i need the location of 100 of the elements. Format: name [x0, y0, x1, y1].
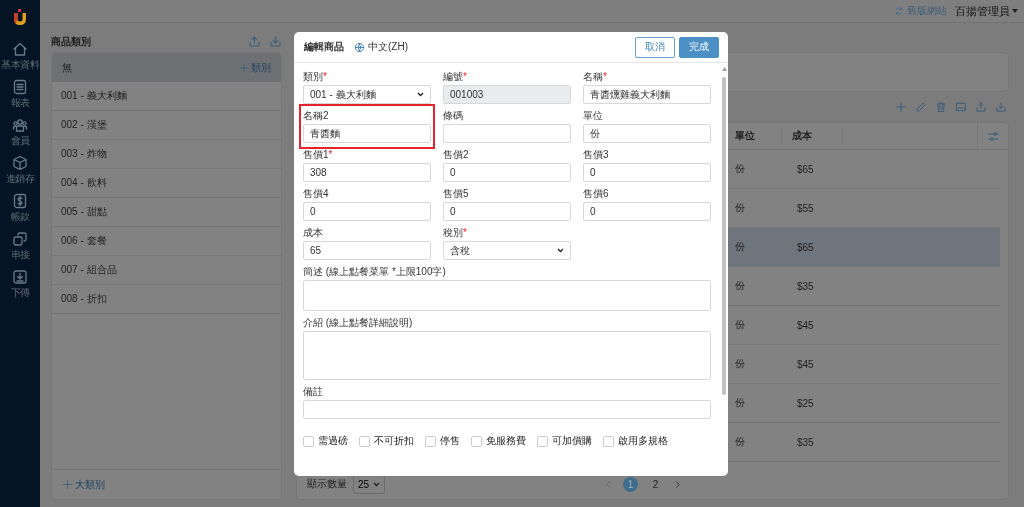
cancel-button[interactable]: 取消	[635, 36, 675, 58]
checkbox[interactable]	[603, 435, 614, 447]
sidebar-item[interactable]: 帳款	[10, 210, 30, 224]
chevron-down-icon	[557, 248, 564, 253]
input-field[interactable]: 0	[583, 202, 711, 221]
sidebar-item[interactable]: 串接	[10, 248, 30, 262]
chevron-down-icon	[373, 481, 381, 487]
download-icon	[995, 101, 1007, 113]
input-field[interactable]: 0	[583, 163, 711, 182]
field-label: 名稱2	[303, 110, 330, 122]
logo-icon	[12, 8, 28, 26]
table-cell-text: 份	[734, 318, 746, 332]
select-field[interactable]: 001 - 義大利麵	[303, 85, 431, 104]
text-area[interactable]	[303, 280, 711, 311]
field-label: 編號*	[443, 71, 468, 83]
checkbox[interactable]	[471, 435, 482, 447]
category-item[interactable]: 003 - 炸物	[52, 140, 281, 169]
field-label: 稅別*	[443, 227, 468, 239]
table-cell-text: $45	[796, 319, 815, 331]
table-cell-text: 份	[734, 435, 746, 449]
language-selector[interactable]: 中文(ZH)	[354, 40, 408, 54]
checkbox-label: 免服務費	[486, 434, 526, 448]
input-field[interactable]: 份	[583, 124, 711, 143]
category-item[interactable]: 004 - 飲料	[52, 169, 281, 198]
category-item[interactable]: 001 - 義大利麵	[52, 82, 281, 111]
field-label: 單位	[583, 110, 604, 122]
select-field[interactable]: 含稅	[443, 241, 571, 260]
table-cell-text: $65	[796, 241, 815, 253]
field-label: 條碼	[443, 110, 464, 122]
input-field[interactable]	[443, 124, 571, 143]
pencil-icon	[915, 101, 927, 113]
category-header: 無	[62, 60, 72, 75]
sidebar-item[interactable]: 基本資料	[1, 58, 39, 72]
upload-icon	[248, 35, 261, 48]
category-item[interactable]: 002 - 漢堡	[52, 111, 281, 140]
image-icon	[955, 101, 967, 113]
input-field[interactable]: 001003	[443, 85, 571, 104]
field-label: 售價4	[303, 188, 330, 200]
refresh-icon	[894, 6, 904, 16]
input-field[interactable]: 0	[303, 202, 431, 221]
table-cell-text: $45	[796, 358, 815, 370]
download-icon	[269, 35, 282, 48]
input-field[interactable]: 0	[443, 202, 571, 221]
download-icon	[12, 269, 28, 285]
sidebar-item[interactable]: 進銷存	[5, 172, 35, 186]
table-cell-text: $35	[796, 280, 815, 292]
add-main-category-button[interactable]: 大類別	[62, 477, 105, 492]
field-label: 備註	[303, 386, 324, 398]
input-field[interactable]: 0	[443, 163, 571, 182]
people-icon	[12, 117, 28, 133]
input-field[interactable]: 308	[303, 163, 431, 182]
checkbox-label: 需過磅	[318, 434, 348, 448]
sidebar-item[interactable]: 下傳	[10, 286, 30, 300]
table-cell-text: $65	[796, 163, 815, 175]
input-field[interactable]: 青醬燻雞義大利麵	[583, 85, 711, 104]
done-button[interactable]: 完成	[679, 36, 719, 58]
field-label: 售價1*	[303, 149, 334, 161]
chevron-right-icon	[673, 479, 682, 489]
field-label: 簡述 (線上點餐菜單 *上限100字)	[303, 266, 447, 278]
checkbox[interactable]	[359, 435, 370, 447]
category-item[interactable]: 007 - 組合品	[52, 256, 281, 285]
table-cell-text: 份	[734, 396, 746, 410]
table-cell-text: 份	[734, 162, 746, 176]
page-size-label: 顯示數量	[307, 477, 347, 491]
category-item[interactable]: 006 - 套餐	[52, 227, 281, 256]
home-icon	[12, 41, 28, 57]
checkbox[interactable]	[537, 435, 548, 447]
document-icon	[12, 79, 28, 95]
table-cell-text: 份	[734, 201, 746, 215]
checkbox-label: 可加價購	[552, 434, 592, 448]
category-item[interactable]: 008 - 折扣	[52, 285, 281, 314]
input-field[interactable]: 青醬麵	[303, 124, 431, 143]
page-button[interactable]: 2	[648, 476, 663, 492]
category-item[interactable]: 005 - 甜點	[52, 198, 281, 227]
globe-icon	[354, 41, 365, 53]
sidebar-item[interactable]: 報表	[10, 96, 30, 110]
checkbox[interactable]	[303, 435, 314, 447]
sliders-icon	[986, 129, 1000, 143]
checkbox-label: 啟用多規格	[618, 434, 668, 448]
caret-icon	[1012, 9, 1018, 13]
user-menu[interactable]: 百揚管理員	[955, 3, 1018, 19]
field-label: 售價2	[443, 149, 470, 161]
scroll-up-icon[interactable]	[721, 67, 727, 71]
page-button[interactable]: 1	[623, 476, 638, 492]
field-label: 售價3	[583, 149, 610, 161]
copy-icon	[12, 231, 28, 247]
trash-icon	[935, 101, 947, 113]
checkbox[interactable]	[425, 435, 436, 447]
plus-icon	[62, 479, 73, 490]
chevron-down-icon	[417, 92, 424, 97]
text-area[interactable]	[303, 331, 711, 380]
input-field[interactable]	[303, 400, 711, 419]
field-label: 名稱*	[583, 71, 608, 83]
sidebar-item[interactable]: 會員	[10, 134, 30, 148]
dollar-icon	[12, 193, 28, 209]
input-field[interactable]: 65	[303, 241, 431, 260]
panel-title: 商品類別	[51, 34, 91, 49]
field-label: 售價6	[583, 188, 610, 200]
add-category-button[interactable]: 類別	[239, 60, 271, 75]
page-size-select[interactable]: 25	[353, 474, 386, 494]
